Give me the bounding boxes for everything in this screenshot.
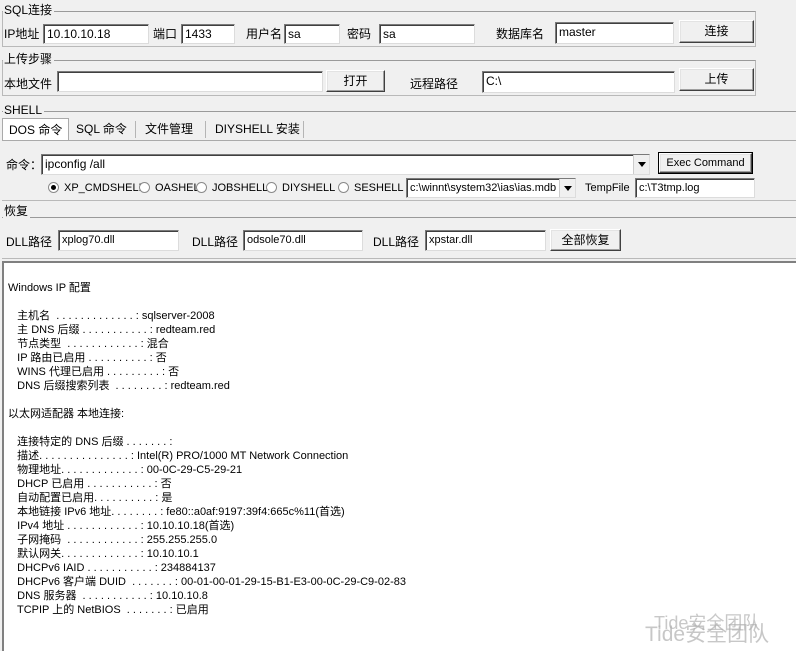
radio-diyshell[interactable] xyxy=(266,182,277,193)
username-label: 用户名 xyxy=(246,27,283,41)
dll-path-label-3: DLL路径 xyxy=(373,235,420,249)
mdb-path-value: c:\winnt\system32\ias\ias.mdb xyxy=(410,182,557,194)
tab-separator xyxy=(303,121,304,138)
chevron-down-icon[interactable] xyxy=(559,179,575,197)
tab-separator xyxy=(135,121,136,138)
tempfile-input[interactable]: c:\T3tmp.log xyxy=(635,178,755,198)
watermark-logo-text: Tide安全团队 xyxy=(645,623,770,646)
restore-title: 恢复 xyxy=(3,204,31,218)
output-line: DHCPv6 IAID . . . . . . . . . . . : 2348… xyxy=(8,562,216,574)
command-output[interactable]: Windows IP 配置 主机名 . . . . . . . . . . . … xyxy=(2,261,796,651)
radio-label-xp-cmdshell[interactable]: XP_CMDSHELL xyxy=(64,180,145,196)
tab-file-manager[interactable]: 文件管理 xyxy=(139,118,199,140)
remote-path-label: 远程路径 xyxy=(410,77,459,91)
output-line: 描述. . . . . . . . . . . . . . . : Intel(… xyxy=(8,450,349,462)
shell-title: SHELL xyxy=(3,103,45,117)
ip-input[interactable]: 10.10.10.18 xyxy=(43,24,149,44)
output-line: 主机名 . . . . . . . . . . . . . : sqlserve… xyxy=(8,310,215,322)
output-line: 默认网关. . . . . . . . . . . . . : 10.10.10… xyxy=(8,548,199,560)
radio-label-diyshell[interactable]: DIYSHELL xyxy=(282,180,335,196)
database-label: 数据库名 xyxy=(496,27,545,41)
radio-seshell[interactable] xyxy=(338,182,349,193)
password-input[interactable]: sa xyxy=(379,24,475,44)
radio-jobshell[interactable] xyxy=(196,182,207,193)
output-line: 自动配置已启用. . . . . . . . . . : 是 xyxy=(8,492,173,504)
output-line: 以太网适配器 本地连接: xyxy=(8,408,125,420)
restore-all-button[interactable]: 全部恢复 xyxy=(550,229,621,251)
remote-path-input[interactable]: C:\ xyxy=(482,71,675,93)
port-label: 端口 xyxy=(153,27,178,41)
output-line: 主 DNS 后缀 . . . . . . . . . . . : redteam… xyxy=(8,324,216,336)
database-input[interactable]: master xyxy=(555,22,674,44)
output-line: 节点类型 . . . . . . . . . . . . : 混合 xyxy=(8,338,169,350)
password-label: 密码 xyxy=(347,27,372,41)
port-input[interactable]: 1433 xyxy=(181,24,235,44)
dll-path-label-1: DLL路径 xyxy=(6,235,53,249)
radio-xp-cmdshell[interactable] xyxy=(48,182,59,193)
output-line: Windows IP 配置 xyxy=(8,282,91,294)
command-value: ipconfig /all xyxy=(45,157,106,171)
output-line: 本地链接 IPv6 地址. . . . . . . . : fe80::a0af… xyxy=(8,506,345,518)
tab-separator xyxy=(205,121,206,138)
sql-connection-title: SQL连接 xyxy=(3,3,55,17)
upload-button[interactable]: 上传 xyxy=(679,68,754,91)
radio-oashell[interactable] xyxy=(139,182,150,193)
output-line: 连接特定的 DNS 后缀 . . . . . . . : xyxy=(8,436,173,448)
output-line: IP 路由已启用 . . . . . . . . . . : 否 xyxy=(8,352,167,364)
radio-label-oashell[interactable]: OASHEL xyxy=(155,180,200,196)
radio-label-jobshell[interactable]: JOBSHELL xyxy=(212,180,268,196)
tab-panel-border xyxy=(2,140,796,141)
dll-path-input-2[interactable]: odsole70.dll xyxy=(243,230,363,251)
command-combobox[interactable]: ipconfig /all xyxy=(41,154,650,175)
open-button[interactable]: 打开 xyxy=(326,70,385,92)
tab-dos-command[interactable]: DOS 命令 xyxy=(2,118,70,140)
output-line: WINS 代理已启用 . . . . . . . . . : 否 xyxy=(8,366,180,378)
mdb-path-select[interactable]: c:\winnt\system32\ias\ias.mdb xyxy=(406,178,576,198)
output-line: 子网掩码 . . . . . . . . . . . . : 255.255.2… xyxy=(8,534,218,546)
ip-label: IP地址 xyxy=(4,27,40,41)
tab-diyshell-install[interactable]: DIYSHELL 安装 xyxy=(209,118,306,140)
tab-sql-command[interactable]: SQL 命令 xyxy=(70,118,133,140)
dll-path-label-2: DLL路径 xyxy=(192,235,239,249)
output-line: DNS 后缀搜索列表 . . . . . . . . : redteam.red xyxy=(8,380,230,392)
upload-title: 上传步骤 xyxy=(3,52,55,66)
output-line: 物理地址. . . . . . . . . . . . . : 00-0C-29… xyxy=(8,464,243,476)
dll-path-input-1[interactable]: xplog70.dll xyxy=(58,230,179,251)
connect-button[interactable]: 连接 xyxy=(679,20,754,43)
local-file-label: 本地文件 xyxy=(4,77,53,91)
exec-command-button[interactable]: Exec Command xyxy=(658,152,753,174)
output-line: DNS 服务器 . . . . . . . . . . . : 10.10.10… xyxy=(8,590,208,602)
output-line: DHCPv6 客户端 DUID . . . . . . . : 00-01-00… xyxy=(8,576,406,588)
command-label: 命令： xyxy=(6,158,43,172)
tempfile-label: TempFile xyxy=(585,182,630,194)
dll-path-input-3[interactable]: xpstar.dll xyxy=(425,230,546,251)
output-line: DHCP 已启用 . . . . . . . . . . . : 否 xyxy=(8,478,172,490)
output-line: IPv4 地址 . . . . . . . . . . . . : 10.10.… xyxy=(8,520,235,532)
chevron-down-icon[interactable] xyxy=(633,155,649,174)
local-file-input[interactable] xyxy=(57,71,323,92)
username-input[interactable]: sa xyxy=(284,24,340,44)
radio-label-seshell[interactable]: SESHELL xyxy=(354,180,404,196)
